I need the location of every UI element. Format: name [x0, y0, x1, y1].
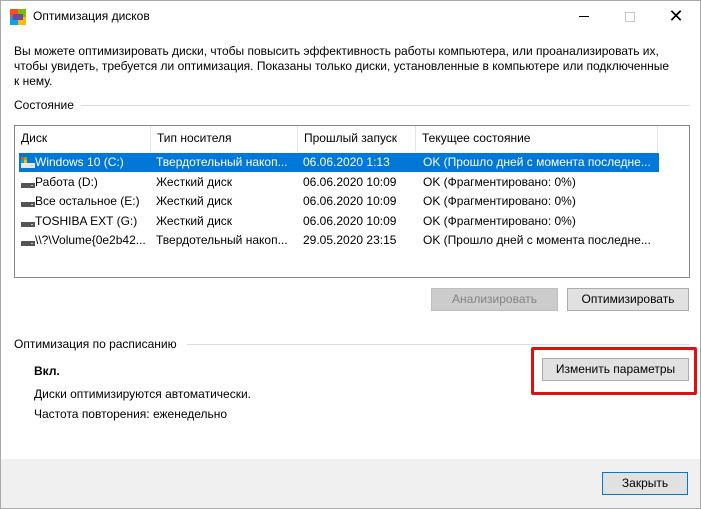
cell-state: OK (Фрагментировано: 0%) [423, 194, 576, 208]
table-row[interactable]: \\?\Volume{0e2b42... Твердотельный накоп.… [19, 231, 659, 250]
cell-disk: TOSHIBA EXT (G:) [35, 213, 138, 228]
cell-last-run: 06.06.2020 10:09 [303, 194, 397, 208]
analyze-button: Анализировать [431, 288, 558, 311]
table-row[interactable]: Все остальное (E:) Жесткий диск 06.06.2020… [19, 192, 659, 211]
schedule-divider [187, 344, 690, 345]
drives-list[interactable]: Диск Тип носителя Прошлый запуск Текущее… [14, 125, 690, 278]
cell-state: OK (Прошло дней с момента последне... [423, 233, 651, 247]
column-header-disk[interactable]: Диск [15, 126, 151, 151]
close-icon: ✕ [668, 5, 684, 27]
minimize-icon [579, 16, 589, 17]
cell-last-run: 06.06.2020 1:13 [303, 155, 390, 169]
hard-drive-icon [21, 202, 35, 207]
cell-disk: Работа (D:) [35, 174, 98, 189]
cell-last-run: 29.05.2020 23:15 [303, 233, 397, 247]
cell-media-type: Жесткий диск [156, 174, 233, 189]
hard-drive-icon [21, 221, 35, 227]
hard-drive-icon [21, 241, 35, 246]
system-drive-icon [21, 157, 35, 168]
title-bar[interactable]: Оптимизация дисков ✕ [1, 1, 700, 32]
cell-disk: Windows 10 (C:) [35, 155, 124, 169]
cell-media-type: Жесткий диск [156, 194, 233, 208]
schedule-frequency-text: Частота повторения: еженедельно [34, 407, 228, 421]
close-button[interactable]: Закрыть [602, 472, 688, 495]
cell-media-type: Жесткий диск [156, 213, 233, 228]
cell-disk: Все остальное (E:) [35, 194, 140, 208]
footer-bar: Закрыть [1, 459, 700, 508]
schedule-section-label: Оптимизация по расписанию [14, 337, 177, 351]
cell-disk: \\?\Volume{0e2b42... [35, 233, 146, 247]
maximize-icon [625, 11, 635, 22]
status-section-label: Состояние [14, 98, 74, 112]
cell-state: OK (Фрагментировано: 0%) [423, 213, 576, 228]
cell-last-run: 06.06.2020 10:09 [303, 174, 397, 189]
minimize-button[interactable] [561, 1, 607, 32]
cell-state: OK (Прошло дней с момента последне... [423, 155, 651, 169]
drives-list-header: Диск Тип носителя Прошлый запуск Текущее… [15, 126, 689, 151]
hard-drive-icon [21, 182, 35, 188]
optimize-drives-window: Оптимизация дисков ✕ Вы можете оптимизир… [0, 0, 701, 509]
schedule-state: Вкл. [34, 364, 60, 378]
cell-last-run: 06.06.2020 10:09 [303, 213, 397, 228]
column-header-last-run[interactable]: Прошлый запуск [298, 126, 416, 151]
cell-state: OK (Фрагментировано: 0%) [423, 174, 576, 189]
maximize-button [607, 1, 653, 32]
window-title: Оптимизация дисков [33, 9, 150, 23]
table-row[interactable]: Windows 10 (C:) Твердотельный накоп... 06.… [19, 153, 659, 172]
cell-media-type: Твердотельный накоп... [156, 233, 288, 247]
column-header-current-state[interactable]: Текущее состояние [416, 126, 658, 151]
highlight-box [531, 347, 697, 395]
cell-media-type: Твердотельный накоп... [156, 155, 288, 169]
schedule-auto-text: Диски оптимизируются автоматически. [34, 387, 252, 401]
table-row[interactable]: Работа (D:) Жесткий диск 06.06.2020 10:09 O… [19, 173, 659, 192]
description-text: Вы можете оптимизировать диски, чтобы по… [14, 44, 670, 88]
table-row[interactable]: TOSHIBA EXT (G:) Жесткий диск 06.06.2020 1… [19, 212, 659, 231]
defrag-app-icon [10, 9, 26, 25]
optimize-button[interactable]: Оптимизировать [567, 288, 689, 311]
close-window-button[interactable]: ✕ [653, 1, 699, 32]
status-divider [81, 105, 690, 106]
column-header-media-type[interactable]: Тип носителя [151, 126, 298, 151]
